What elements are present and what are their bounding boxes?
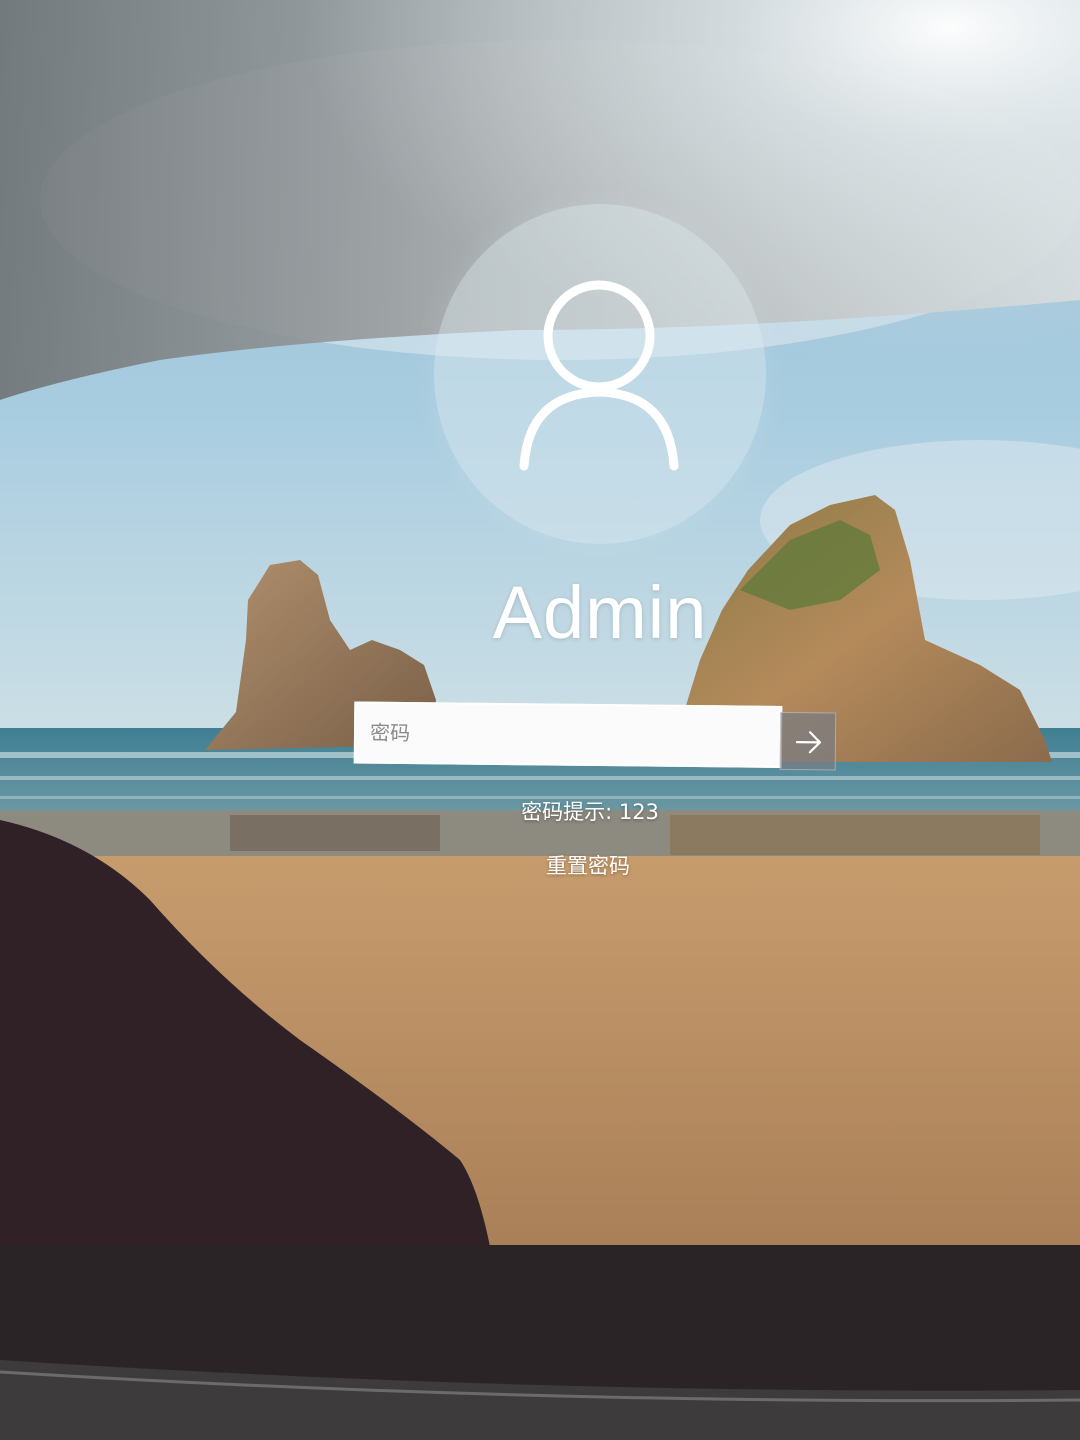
password-row: [353, 701, 839, 774]
lock-screen: Admin 密码提示: 123 重置密码: [0, 0, 1080, 1440]
password-box[interactable]: [353, 701, 783, 768]
arrow-right-icon: [795, 731, 822, 754]
submit-button[interactable]: [779, 711, 837, 771]
password-input[interactable]: [355, 703, 781, 766]
password-hint: 密码提示: 123: [521, 800, 659, 824]
username-label: Admin: [492, 571, 708, 654]
reset-password-link[interactable]: 重置密码: [488, 850, 688, 880]
user-icon: [519, 280, 679, 471]
user-avatar: [434, 204, 766, 544]
